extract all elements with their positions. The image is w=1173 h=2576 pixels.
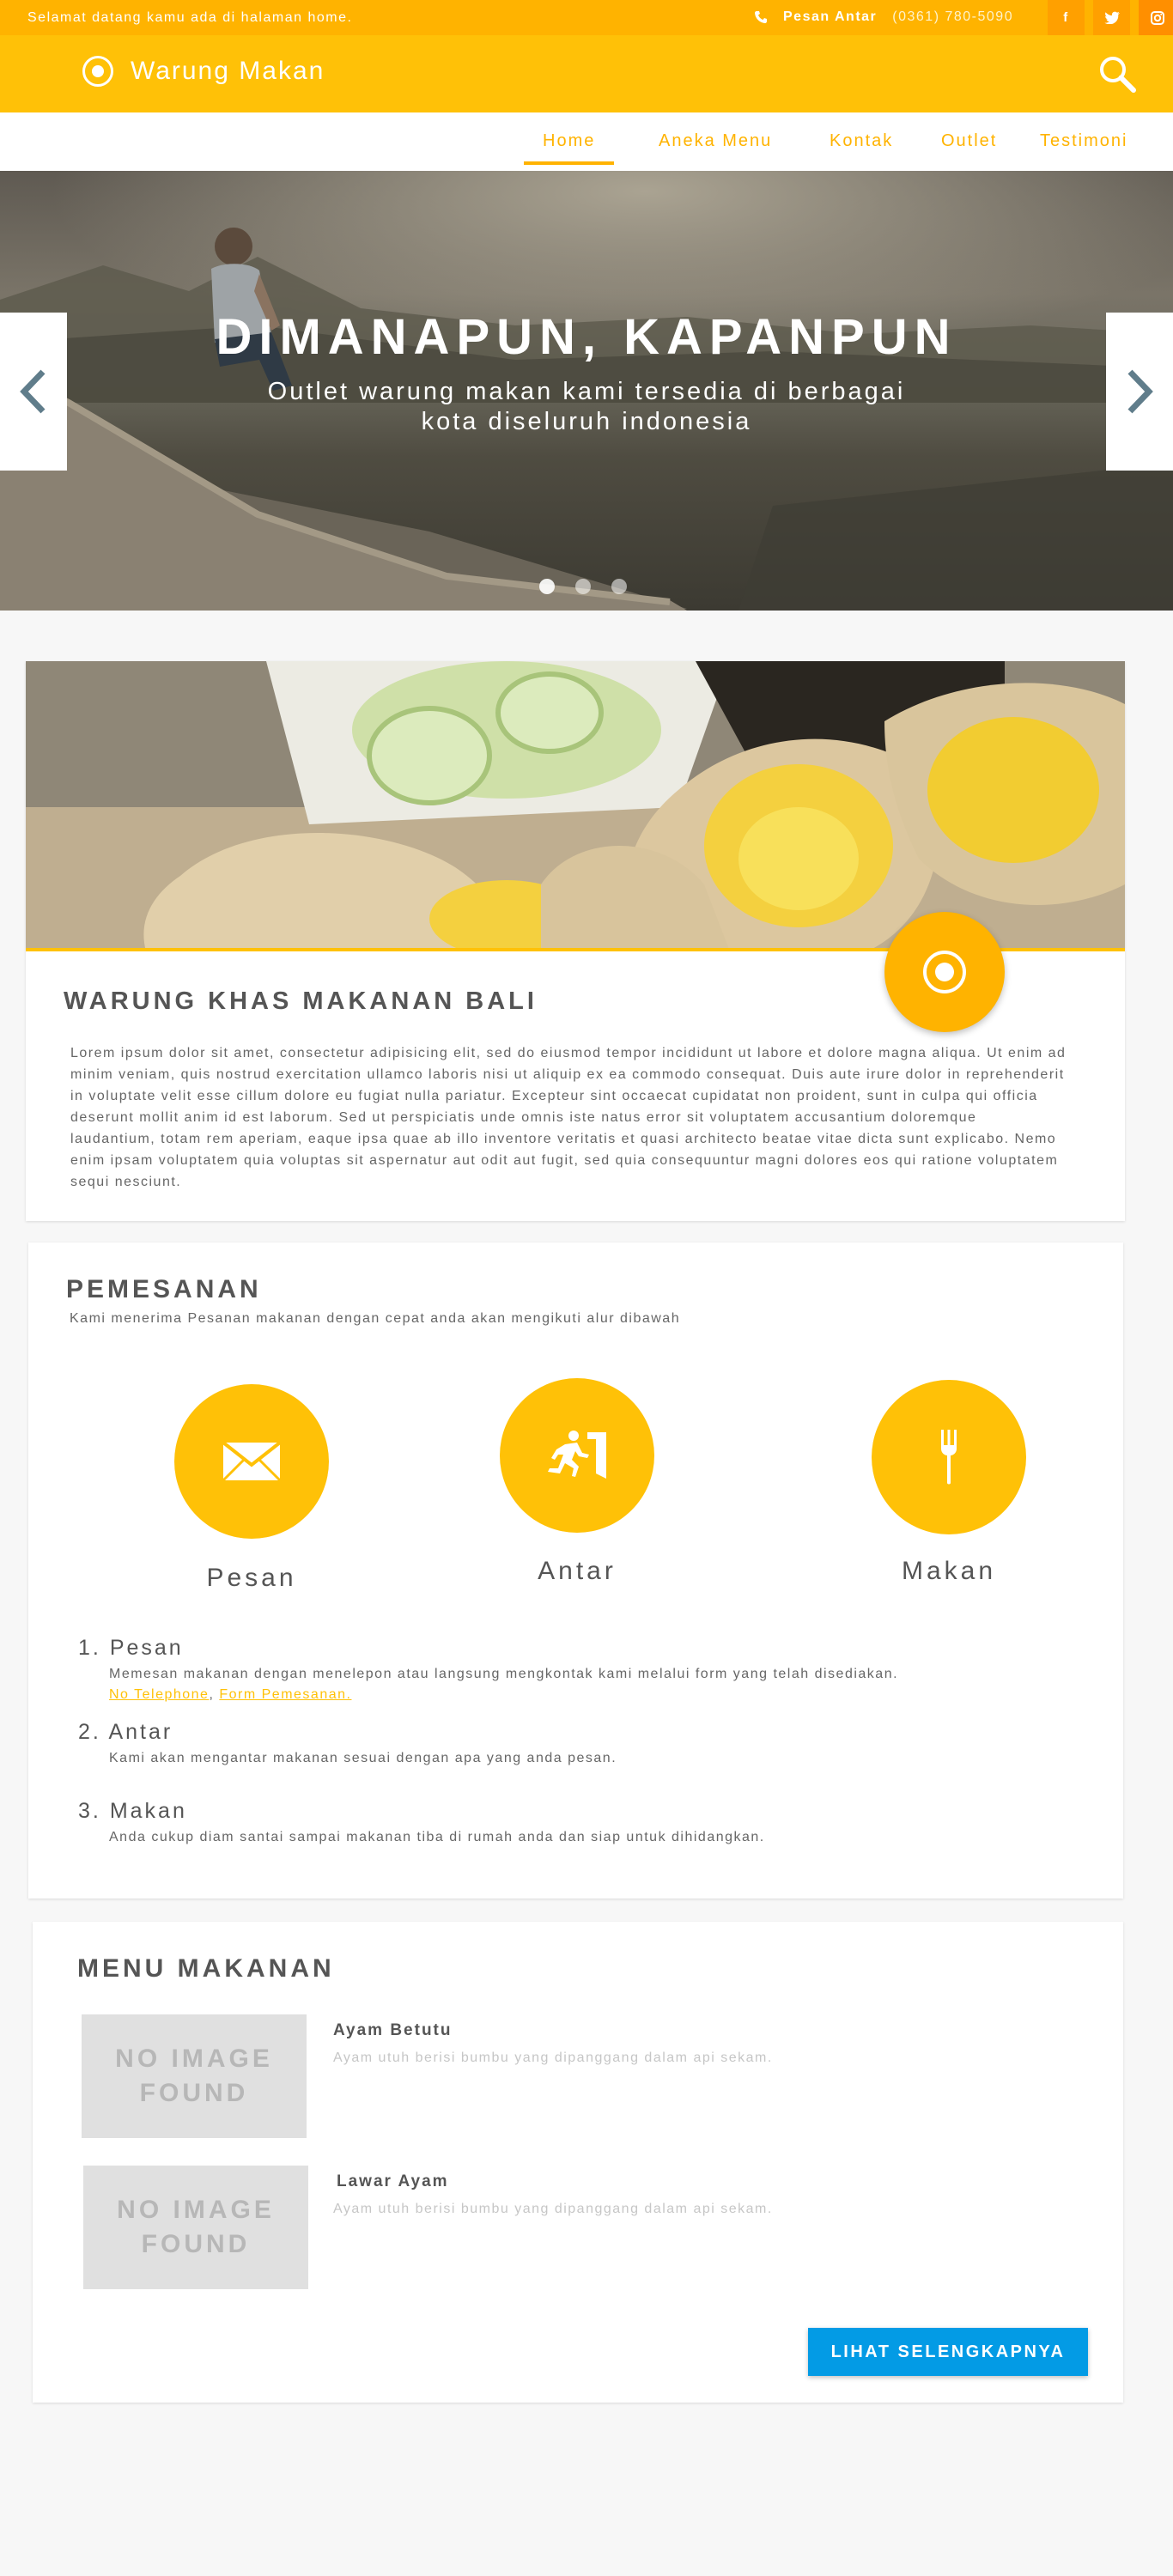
list-title: Pesan — [109, 1636, 184, 1660]
brand-name: Warung Makan — [131, 57, 325, 85]
menu-item-name[interactable]: Lawar Ayam — [337, 2172, 449, 2191]
slider-dot[interactable] — [611, 579, 627, 594]
phone-number: (0361) 780-5090 — [892, 9, 1014, 24]
about-title: WARUNG KHAS MAKANAN BALI — [64, 987, 538, 1015]
list-number: 2. — [78, 1720, 101, 1744]
menu-thumb-placeholder[interactable]: NO IMAGE FOUND — [82, 2014, 307, 2138]
site-header: Warung Makan — [0, 35, 1173, 112]
target-icon — [923, 951, 966, 993]
hero-title: DIMANAPUN, KAPANPUN — [216, 309, 957, 365]
nav-item-aneka-menu[interactable]: Aneka Menu — [659, 131, 772, 151]
see-more-button[interactable]: LIHAT SELENGKAPNYA — [808, 2328, 1088, 2376]
list-desc: Anda cukup diam santai sampai makanan ti… — [109, 1830, 765, 1844]
phone-contact[interactable]: Pesan Antar (0361) 780-5090 — [754, 9, 1013, 25]
order-list-item: 3. Makan Anda cukup diam santai sampai m… — [78, 1799, 763, 1844]
nav-item-testimoni[interactable]: Testimoni — [1040, 131, 1127, 151]
chevron-left-icon — [20, 369, 46, 414]
slider-prev-button[interactable] — [0, 313, 67, 471]
envelope-icon — [222, 1441, 282, 1482]
slider-dots — [539, 579, 627, 594]
menu-thumb-placeholder[interactable]: NO IMAGE FOUND — [83, 2166, 308, 2289]
order-card: PEMESANAN Kami menerima Pesanan makanan … — [28, 1242, 1123, 1899]
order-list-item: 1. Pesan Memesan makanan dengan menelepo… — [78, 1636, 897, 1702]
nav-item-outlet[interactable]: Outlet — [941, 131, 997, 151]
slider-next-button[interactable] — [1106, 313, 1173, 471]
list-title: Antar — [108, 1720, 173, 1744]
welcome-text: Selamat datang kamu ada di halaman home. — [27, 10, 353, 25]
menu-card: MENU MAKANAN NO IMAGE FOUND Ayam Betutu … — [33, 1922, 1123, 2403]
fork-icon — [941, 1430, 957, 1485]
about-badge-button[interactable] — [884, 912, 1005, 1032]
instagram-icon[interactable] — [1139, 0, 1173, 35]
twitter-icon[interactable] — [1093, 0, 1130, 35]
slider-dot[interactable] — [539, 579, 555, 594]
step-makan-label: Makan — [901, 1557, 997, 1585]
nav-item-kontak[interactable]: Kontak — [830, 131, 893, 151]
top-bar: Selamat datang kamu ada di halaman home.… — [0, 0, 1173, 35]
list-number: 1. — [78, 1636, 101, 1660]
order-title: PEMESANAN — [66, 1275, 262, 1303]
slider-dot[interactable] — [575, 579, 591, 594]
search-icon — [1100, 57, 1136, 93]
list-number: 3. — [78, 1799, 101, 1823]
step-pesan-circle — [174, 1384, 329, 1539]
phone-link[interactable]: No Telephone — [109, 1687, 209, 1702]
hero-slider: DIMANAPUN, KAPANPUN Outlet warung makan … — [0, 171, 1173, 611]
phone-icon — [755, 11, 767, 23]
main-nav: Home Aneka Menu Kontak Outlet Testimoni — [0, 112, 1173, 171]
brand-logo-icon — [82, 56, 113, 87]
phone-label: Pesan Antar — [783, 9, 878, 24]
step-pesan-label: Pesan — [206, 1564, 297, 1592]
step-antar-circle — [500, 1378, 654, 1533]
step-makan-circle — [872, 1380, 1026, 1534]
list-title: Makan — [109, 1799, 187, 1823]
list-desc: Memesan makanan dengan menelepon atau la… — [109, 1667, 899, 1681]
brand[interactable]: Warung Makan — [82, 56, 325, 87]
step-antar-label: Antar — [538, 1557, 617, 1585]
list-desc: Kami akan mengantar makanan sesuai denga… — [109, 1751, 617, 1765]
order-form-link[interactable]: Form Pemesanan. — [219, 1687, 351, 1702]
search-button[interactable] — [1097, 54, 1137, 94]
menu-item-desc: Ayam utuh berisi bumbu yang dipanggang d… — [333, 2050, 773, 2065]
link-separator: , — [209, 1687, 220, 1702]
running-exit-icon — [548, 1431, 606, 1479]
menu-title: MENU MAKANAN — [77, 1954, 335, 1983]
about-card: WARUNG KHAS MAKANAN BALI Lorem ipsum dol… — [26, 661, 1125, 1221]
menu-item-desc: Ayam utuh berisi bumbu yang dipanggang d… — [333, 2202, 773, 2216]
hero-subtitle: Outlet warung makan kami tersedia di ber… — [267, 378, 906, 435]
about-text: Lorem ipsum dolor sit amet, consectetur … — [70, 1046, 1067, 1189]
food-image — [26, 661, 1125, 951]
order-subtitle: Kami menerima Pesanan makanan dengan cep… — [70, 1311, 681, 1326]
chevron-right-icon — [1127, 369, 1153, 414]
list-links: No Telephone, Form Pemesanan. — [109, 1687, 351, 1703]
menu-item-name[interactable]: Ayam Betutu — [333, 2021, 452, 2040]
nav-item-home[interactable]: Home — [524, 131, 615, 165]
order-list-item: 2. Antar Kami akan mengantar makanan ses… — [78, 1720, 616, 1765]
facebook-icon[interactable]: f — [1048, 0, 1085, 35]
